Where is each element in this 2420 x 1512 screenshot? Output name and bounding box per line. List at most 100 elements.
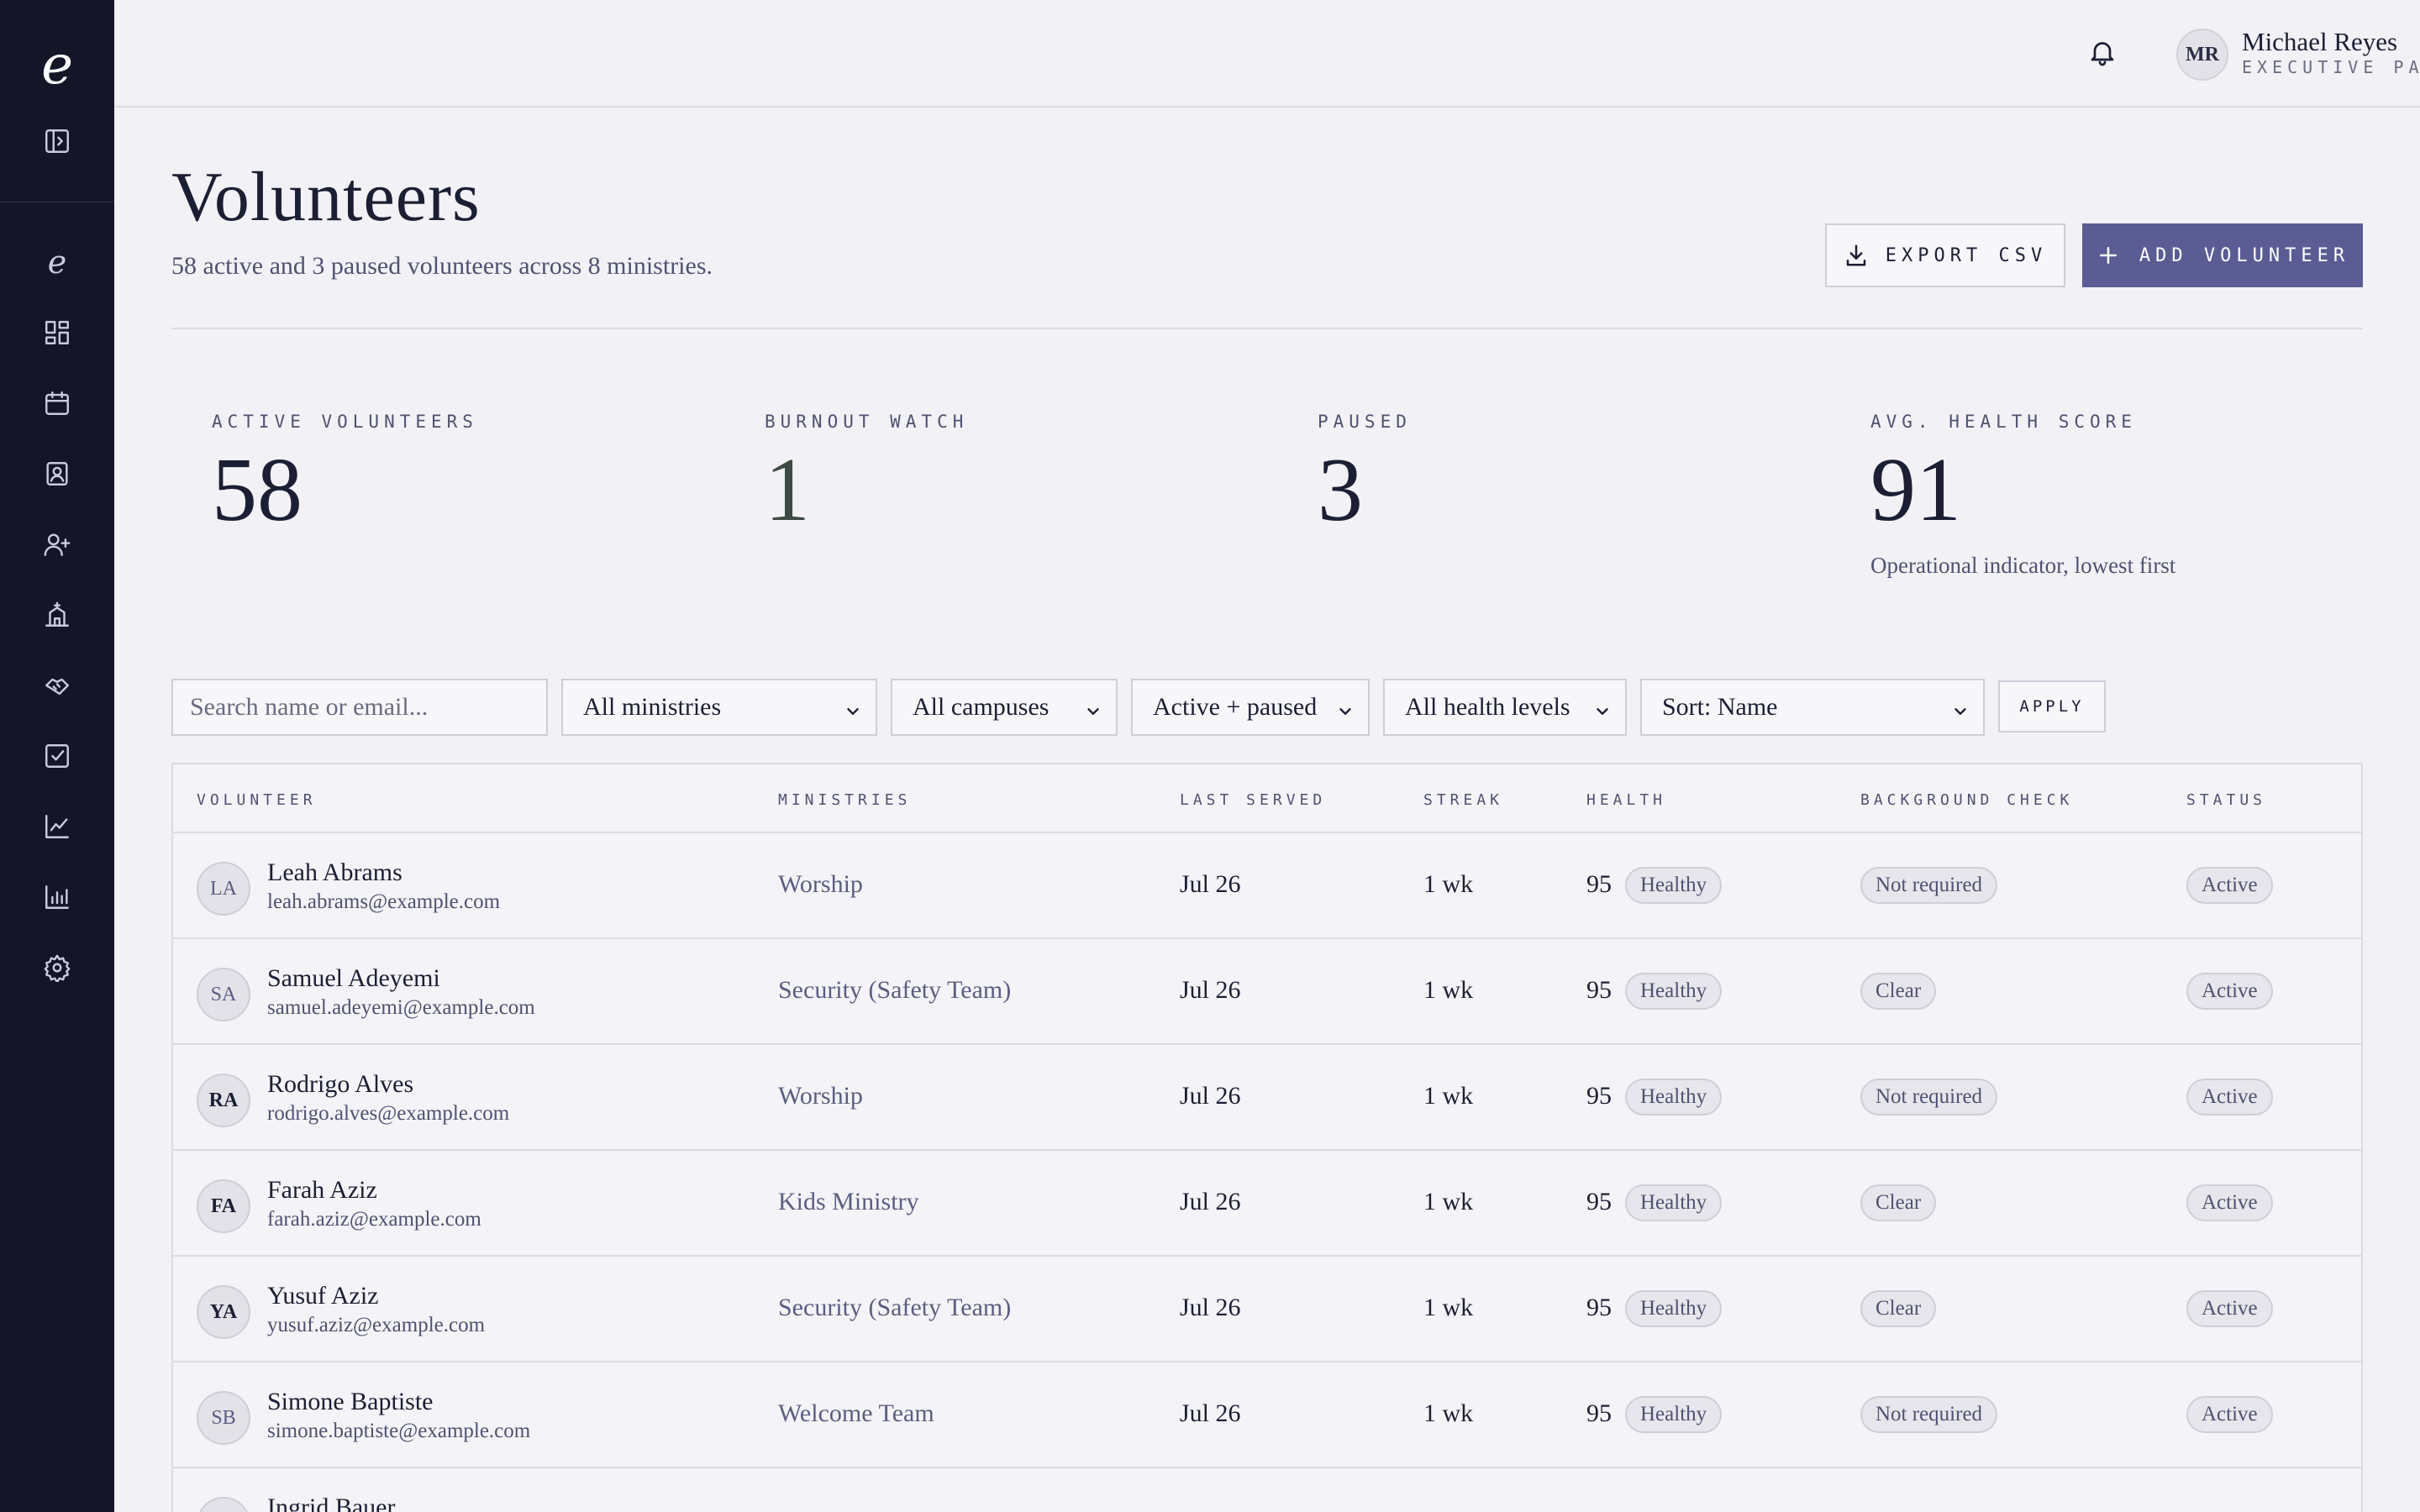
add-user-icon[interactable] (42, 529, 72, 559)
table-row[interactable]: RA Rodrigo Alves rodrigo.alves@example.c… (173, 1045, 2361, 1151)
chevron-down-icon (1336, 699, 1355, 717)
panel-toggle-icon[interactable] (42, 126, 72, 156)
ministry-select-value: All ministries (583, 693, 722, 721)
add-volunteer-label: ADD VOLUNTEER (2139, 244, 2350, 266)
volunteer-name[interactable]: Leah Abrams (267, 858, 402, 887)
sort-select[interactable]: Sort: Name (1640, 679, 1985, 736)
last-served: Jul 26 (1180, 976, 1241, 1004)
background-check-badge: Clear (1860, 1290, 1937, 1327)
ministry-select[interactable]: All ministries (561, 679, 877, 736)
volunteer-email: yusuf.aziz@example.com (267, 1314, 486, 1336)
user-avatar[interactable]: MR (2176, 29, 2228, 81)
health-score: 95 (1586, 1399, 1612, 1427)
table-row[interactable]: YA Yusuf Aziz yusuf.aziz@example.com Sec… (173, 1257, 2361, 1362)
column-header-last-served[interactable]: LAST SERVED (1180, 791, 1326, 809)
app-logo[interactable]: e (34, 39, 81, 92)
ministry: Security (Safety Team) (778, 1294, 1012, 1321)
chevron-down-icon (1084, 699, 1102, 717)
streak: 1 wk (1423, 976, 1474, 1004)
volunteer-name[interactable]: Yusuf Aziz (267, 1282, 378, 1310)
health-badge: Healthy (1625, 1079, 1723, 1116)
campus-select-value: All campuses (913, 693, 1050, 721)
church-logo-icon[interactable]: e (42, 246, 72, 278)
column-header-volunteer[interactable]: VOLUNTEER (197, 791, 317, 809)
church-building-icon[interactable] (42, 600, 72, 630)
export-csv-button[interactable]: EXPORT CSV (1825, 223, 2065, 287)
gear-icon[interactable] (42, 953, 72, 983)
calendar-icon[interactable] (42, 388, 72, 418)
chevron-down-icon (1593, 699, 1612, 717)
background-check-badge: Not required (1860, 1079, 1998, 1116)
sidebar: e e (0, 0, 114, 1512)
volunteer-name[interactable]: Farah Aziz (267, 1176, 377, 1205)
background-check-badge: Clear (1860, 973, 1937, 1010)
avatar: RA (197, 1074, 250, 1127)
volunteer-email: leah.abrams@example.com (267, 890, 501, 913)
stat-value: 3 (1318, 440, 1363, 540)
volunteer-email: samuel.adeyemi@example.com (267, 996, 535, 1019)
status-select[interactable]: Active + paused (1131, 679, 1370, 736)
streak: 1 wk (1423, 1294, 1474, 1321)
status-badge: Active (2186, 1396, 2273, 1433)
health-score: 95 (1586, 870, 1612, 898)
checkbox-icon[interactable] (42, 741, 72, 771)
dashboard-icon[interactable] (42, 318, 72, 348)
avatar: LA (197, 862, 250, 916)
streak: 1 wk (1423, 1399, 1474, 1427)
volunteer-email: farah.aziz@example.com (267, 1208, 481, 1231)
user-role: EXECUTIVE PASTOR (2242, 57, 2420, 77)
volunteer-name[interactable]: Rodrigo Alves (267, 1070, 413, 1099)
volunteer-email: simone.baptiste@example.com (267, 1420, 531, 1442)
volunteers-table: VOLUNTEER MINISTRIES LAST SERVED STREAK … (171, 763, 2363, 1512)
last-served: Jul 26 (1180, 870, 1241, 898)
health-badge: Healthy (1625, 1290, 1723, 1327)
avatar: SB (197, 1391, 250, 1445)
bar-chart-icon[interactable] (42, 882, 72, 912)
chevron-down-icon (1951, 699, 1970, 717)
volunteer-name[interactable]: Samuel Adeyemi (267, 964, 440, 993)
health-score: 95 (1586, 1294, 1612, 1321)
handshake-icon[interactable] (42, 670, 72, 701)
user-name: Michael Reyes (2242, 27, 2398, 56)
column-header-streak[interactable]: STREAK (1423, 791, 1503, 809)
health-select[interactable]: All health levels (1383, 679, 1627, 736)
stat-value: 58 (212, 440, 302, 540)
avatar: SA (197, 968, 250, 1021)
table-row[interactable]: SB Simone Baptiste simone.baptiste@examp… (173, 1362, 2361, 1468)
apply-button[interactable]: APPLY (1998, 680, 2106, 732)
add-volunteer-button[interactable]: ADD VOLUNTEER (2082, 223, 2363, 287)
ministry: Welcome Team (778, 1399, 934, 1427)
download-icon (1846, 244, 1866, 266)
campus-select[interactable]: All campuses (891, 679, 1118, 736)
column-header-background-check[interactable]: BACKGROUND CHECK (1860, 791, 2073, 809)
status-badge: Active (2186, 1079, 2273, 1116)
status-badge: Active (2186, 973, 2273, 1010)
export-csv-label: EXPORT CSV (1885, 244, 2048, 266)
avatar: FA (197, 1179, 250, 1233)
ministry: Kids Ministry (778, 1188, 919, 1215)
column-header-ministries[interactable]: MINISTRIES (778, 791, 911, 809)
volunteer-name[interactable]: Simone Baptiste (267, 1388, 434, 1416)
column-header-status[interactable]: STATUS (2186, 791, 2266, 809)
stat-active-volunteers: ACTIVE VOLUNTEERS 58 (212, 412, 478, 538)
table-row[interactable]: IB Ingrid Bauer (173, 1468, 2361, 1512)
table-header: VOLUNTEER MINISTRIES LAST SERVED STREAK … (173, 764, 2361, 833)
search-input[interactable]: Search name or email... (171, 679, 548, 736)
last-served: Jul 26 (1180, 1399, 1241, 1427)
table-row[interactable]: SA Samuel Adeyemi samuel.adeyemi@example… (173, 939, 2361, 1045)
background-check-badge: Not required (1860, 867, 1998, 904)
table-row[interactable]: LA Leah Abrams leah.abrams@example.com W… (173, 833, 2361, 939)
stat-label: AVG. HEALTH SCORE (1870, 412, 2137, 432)
notification-bell-icon[interactable] (2087, 37, 2121, 71)
volunteer-name[interactable]: Ingrid Bauer (267, 1494, 395, 1512)
line-chart-icon[interactable] (42, 811, 72, 842)
chevron-down-icon (844, 699, 862, 717)
table-row[interactable]: FA Farah Aziz farah.aziz@example.com Kid… (173, 1151, 2361, 1257)
last-served: Jul 26 (1180, 1082, 1241, 1110)
contacts-icon[interactable] (42, 459, 72, 489)
streak: 1 wk (1423, 1188, 1474, 1215)
status-badge: Active (2186, 1290, 2273, 1327)
column-header-health[interactable]: HEALTH (1586, 791, 1666, 809)
stat-label: ACTIVE VOLUNTEERS (212, 412, 478, 432)
stat-note: Operational indicator, lowest first (1870, 553, 2176, 578)
